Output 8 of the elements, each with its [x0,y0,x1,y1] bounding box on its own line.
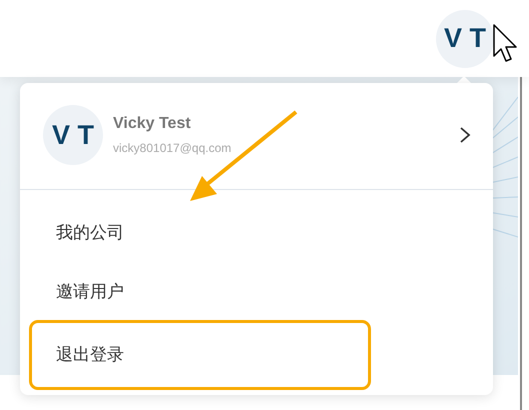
user-name: Vicky Test [113,115,192,133]
chevron-right-icon[interactable] [459,126,471,144]
menu-item[interactable]: 退出登录 [56,343,124,366]
user-email: vicky801017@qq.com [113,141,232,155]
user-avatar: V T [43,105,103,165]
menu-item[interactable]: 邀请用户 [56,280,124,303]
user-avatar[interactable]: V T [436,10,494,68]
menu-item[interactable]: 我的公司 [56,221,124,244]
